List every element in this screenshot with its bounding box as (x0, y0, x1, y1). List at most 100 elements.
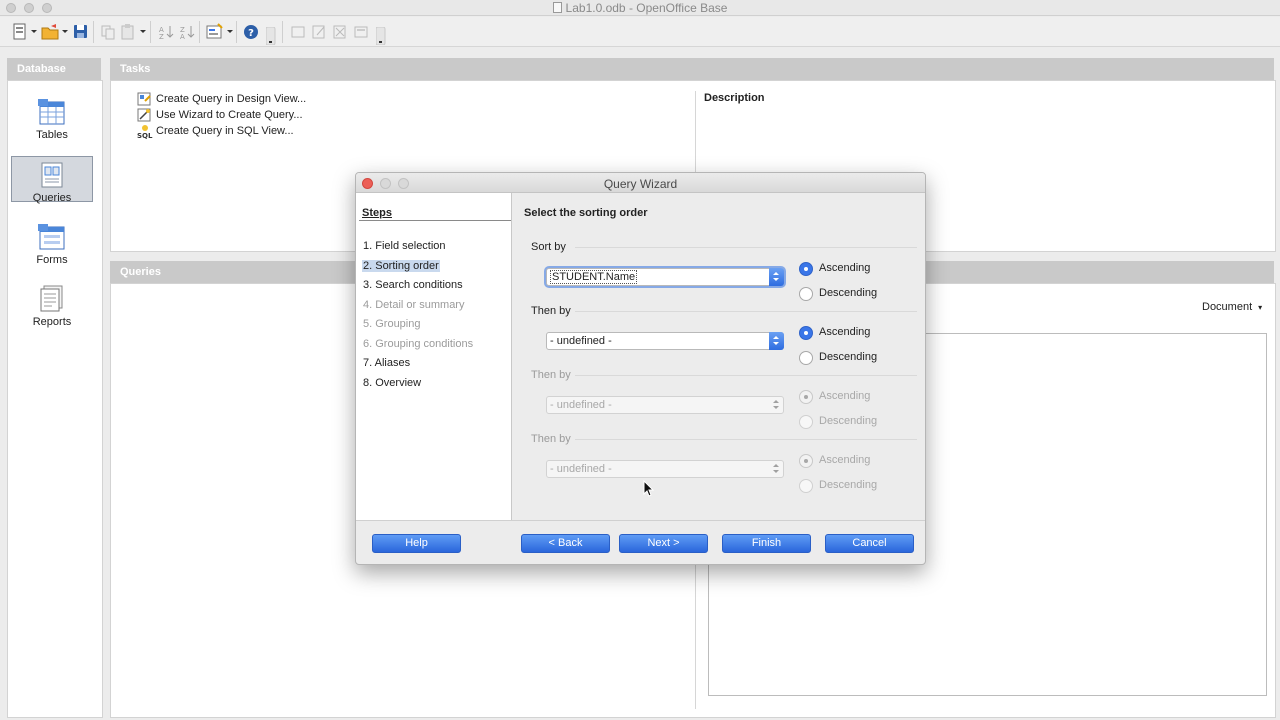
svg-text:SQL: SQL (137, 132, 153, 139)
help-button[interactable]: Help (372, 534, 461, 553)
next-button[interactable]: Next > (619, 534, 708, 553)
radio-label: Ascending (819, 390, 871, 402)
save-icon[interactable] (73, 23, 89, 41)
help-icon[interactable]: ? (243, 23, 261, 41)
cancel-button[interactable]: Cancel (825, 534, 914, 553)
dialog-title: Query Wizard (603, 177, 678, 191)
tables-icon (38, 99, 65, 125)
preview-mode-dropdown[interactable]: Document ▾ (1202, 301, 1262, 313)
task-label: Use Wizard to Create Query... (156, 109, 303, 121)
copy-icon[interactable] (100, 23, 116, 41)
preview-mode-label: Document (1202, 301, 1253, 313)
forms-icon (38, 224, 65, 250)
queries-icon (41, 162, 63, 188)
dialog-button-divider (356, 520, 925, 521)
new-dropdown-icon[interactable] (31, 30, 37, 33)
sidebar-item-tables[interactable]: Tables (11, 94, 93, 141)
radio-circle (799, 415, 813, 429)
sorting-content-pane: Select the sorting order Sort by STUDENT… (513, 193, 925, 520)
then-by-label-2: Then by (531, 369, 571, 381)
sidebar-item-forms[interactable]: Forms (11, 219, 93, 266)
toolbar-separator (199, 21, 200, 43)
edit-icon[interactable] (311, 23, 327, 41)
task-label: Create Query in Design View... (156, 93, 307, 105)
select-stepper-icon (769, 460, 784, 478)
steps-heading: Steps (362, 207, 392, 219)
new-document-icon[interactable] (12, 23, 28, 41)
radio-circle (799, 479, 813, 493)
toolbar-overflow-icon[interactable] (266, 27, 276, 45)
database-panel-header: Database (7, 58, 101, 80)
step-overview[interactable]: 8. Overview (362, 377, 422, 389)
then-by-field-select-3: - undefined - (546, 460, 784, 478)
step-sorting-order[interactable]: 2. Sorting order (362, 260, 440, 272)
sidebar-item-label: Forms (36, 254, 68, 266)
toolbar-overflow-icon-2[interactable] (376, 27, 386, 45)
window-title-text: Lab1.0.odb - OpenOffice Base (565, 1, 728, 15)
sort-by-label: Sort by (531, 241, 566, 253)
rename-icon[interactable] (290, 23, 306, 41)
group-divider (575, 247, 917, 248)
dialog-titlebar: Query Wizard (356, 173, 925, 193)
sort-descending-icon[interactable]: ZA (179, 23, 195, 41)
window-titlebar: Lab1.0.odb - OpenOffice Base (0, 0, 1280, 16)
group-divider (575, 311, 917, 312)
step-grouping: 5. Grouping (363, 318, 421, 330)
task-label: Create Query in SQL View... (156, 125, 294, 137)
toolbar-separator (282, 21, 283, 43)
step-field-selection[interactable]: 1. Field selection (362, 240, 447, 252)
form-dropdown-icon[interactable] (227, 30, 233, 33)
radio-label: Ascending (819, 326, 871, 338)
then-by-field-select-1[interactable]: - undefined - (546, 332, 784, 350)
query-wizard-dialog: Query Wizard Steps 1. Field selection 2.… (355, 172, 926, 565)
description-label: Description (704, 92, 765, 104)
wizard-icon (137, 108, 151, 122)
sidebar-item-label: Tables (36, 129, 68, 141)
sidebar-item-reports[interactable]: Reports (11, 281, 93, 328)
step-search-conditions[interactable]: 3. Search conditions (362, 279, 464, 291)
select-stepper-icon (769, 396, 784, 414)
group-divider (575, 375, 917, 376)
select-value: - undefined - (550, 335, 612, 347)
sidebar-item-queries[interactable]: Queries (11, 156, 93, 204)
radio-label: Ascending (819, 454, 871, 466)
paste-dropdown-icon[interactable] (140, 30, 146, 33)
then-by-label-3: Then by (531, 433, 571, 445)
radio-label: Descending (819, 479, 878, 491)
document-icon (552, 2, 562, 13)
delete-icon[interactable] (332, 23, 348, 41)
back-button[interactable]: < Back (521, 534, 610, 553)
sort-ascending-icon[interactable]: AZ (158, 23, 174, 41)
radio-circle (799, 351, 813, 365)
group-divider (575, 439, 917, 440)
radio-label: Ascending (819, 262, 871, 274)
tasks-panel-header: Tasks (110, 58, 1274, 80)
finish-button[interactable]: Finish (722, 534, 811, 553)
steps-rule (359, 220, 511, 221)
select-value: - undefined - (550, 399, 612, 411)
open-dropdown-icon[interactable] (62, 30, 68, 33)
then-by-field-select-2: - undefined - (546, 396, 784, 414)
step-detail-or-summary: 4. Detail or summary (363, 299, 465, 311)
radio-circle (799, 326, 813, 340)
radio-label: Descending (819, 415, 878, 427)
open-folder-icon[interactable] (41, 23, 59, 41)
sort-by-field-select[interactable]: STUDENT.Name (546, 268, 784, 286)
paste-icon[interactable] (120, 23, 136, 41)
select-stepper-icon (769, 332, 784, 350)
form-design-icon[interactable] (206, 23, 224, 41)
window-title: Lab1.0.odb - OpenOffice Base (0, 1, 1280, 15)
radio-circle (799, 454, 813, 468)
then-by-label-1: Then by (531, 305, 571, 317)
select-value: - undefined - (550, 463, 612, 475)
radio-label: Descending (819, 351, 878, 363)
help-symbol: ? (248, 28, 254, 39)
step-aliases[interactable]: 7. Aliases (362, 357, 411, 369)
reports-icon (40, 285, 63, 312)
radio-circle (799, 262, 813, 276)
open-object-icon[interactable] (353, 23, 369, 41)
sql-view-icon: SQL (137, 125, 153, 139)
select-stepper-icon (769, 268, 784, 286)
sidebar-item-label: Queries (32, 192, 72, 204)
steps-pane: Steps 1. Field selection 2. Sorting orde… (356, 193, 512, 520)
